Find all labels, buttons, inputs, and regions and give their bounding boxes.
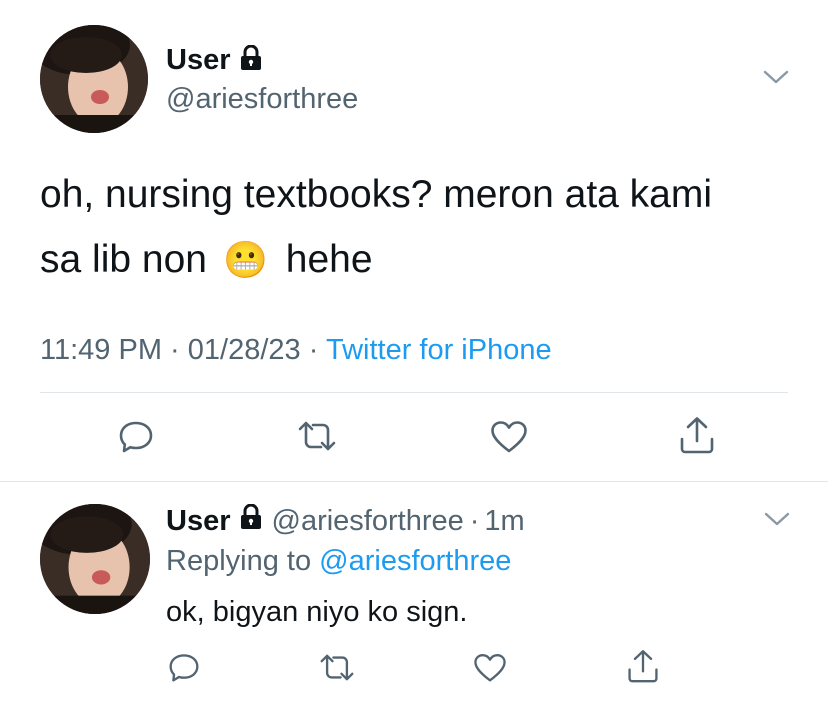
divider — [40, 392, 788, 393]
reply-icon[interactable] — [168, 651, 200, 683]
tweet-text: oh, nursing textbooks? meron ata kami — [40, 173, 800, 217]
display-name[interactable]: User — [166, 44, 231, 77]
separator: · — [308, 334, 319, 366]
avatar-image — [40, 504, 150, 614]
tweet-source-link[interactable]: Twitter for iPhone — [326, 334, 552, 366]
heart-icon[interactable] — [473, 653, 507, 683]
tweet-age: 1m — [484, 504, 525, 537]
chevron-down-icon[interactable] — [763, 69, 789, 85]
retweet-icon[interactable] — [297, 420, 337, 452]
replying-to: Replying to @ariesforthree — [166, 543, 511, 579]
chevron-down-icon[interactable] — [764, 511, 790, 527]
retweet-icon[interactable] — [319, 653, 355, 682]
tweet-date: 01/28/23 — [187, 334, 301, 366]
heart-icon[interactable] — [490, 420, 528, 454]
share-icon[interactable] — [678, 415, 716, 455]
lock-icon — [240, 44, 262, 76]
tweet-time: 11:49 PM — [40, 334, 162, 366]
replying-to-label: Replying to — [166, 545, 312, 577]
avatar[interactable] — [40, 504, 150, 614]
separator: · — [170, 334, 180, 366]
lock-icon — [240, 503, 262, 538]
reply-icon[interactable] — [118, 418, 154, 454]
tweet-text-line: sa lib non — [40, 238, 207, 281]
tweet-text-line: oh, nursing textbooks? meron ata kami — [40, 173, 713, 216]
user-handle[interactable]: @ariesforthree — [272, 505, 464, 538]
share-icon[interactable] — [626, 648, 660, 684]
tweet-meta: 11:49 PM · 01/28/23 · Twitter for iPhone — [40, 332, 552, 368]
avatar[interactable] — [40, 25, 148, 133]
tweet-text-line: hehe — [285, 238, 373, 281]
replying-to-handle-link[interactable]: @ariesforthree — [319, 545, 511, 577]
user-handle[interactable]: @ariesforthree — [166, 81, 358, 117]
reply-text: ok, bigyan niyo ko sign. — [166, 596, 468, 628]
separator: · — [469, 504, 480, 537]
avatar-image — [40, 25, 148, 133]
display-name[interactable]: User — [166, 505, 231, 538]
divider — [0, 481, 828, 482]
grimacing-emoji: 😬 — [222, 239, 268, 280]
